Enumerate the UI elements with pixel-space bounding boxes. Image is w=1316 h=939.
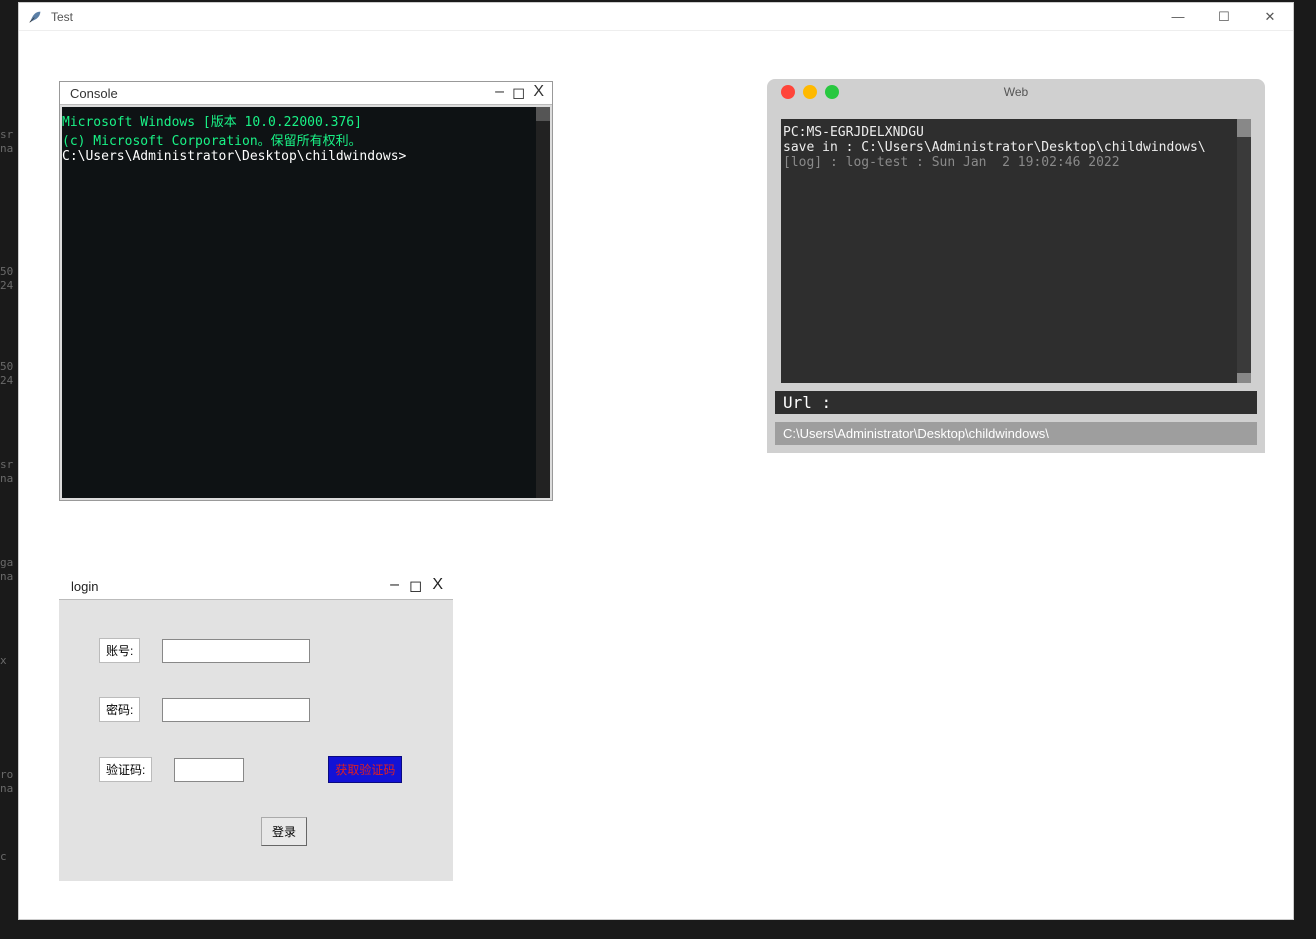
web-line-save: save in : C:\Users\Administrator\Desktop…: [783, 140, 1206, 155]
account-input[interactable]: [162, 639, 310, 663]
console-output[interactable]: Microsoft Windows [版本 10.0.22000.376] (c…: [62, 107, 550, 498]
login-close-button[interactable]: X: [432, 576, 443, 596]
web-line-log: [log] : log-test : Sun Jan 2 19:02:46 20…: [783, 155, 1120, 170]
captcha-label: 验证码:: [99, 757, 152, 782]
console-titlebar[interactable]: Console ‒ ◻ X: [60, 82, 552, 105]
captcha-input[interactable]: [174, 758, 244, 782]
console-line-copyright: (c) Microsoft Corporation。保留所有权利。: [62, 134, 362, 149]
bg-fragment: 50 24: [0, 360, 13, 388]
password-input[interactable]: [162, 698, 310, 722]
path-bar[interactable]: C:\Users\Administrator\Desktop\childwind…: [775, 422, 1257, 445]
console-line-version: Microsoft Windows [版本 10.0.22000.376]: [62, 115, 362, 130]
minimize-button[interactable]: —: [1155, 3, 1201, 31]
web-scrollbar[interactable]: [1237, 119, 1251, 383]
url-bar[interactable]: Url :: [775, 391, 1257, 414]
main-body: Console ‒ ◻ X Microsoft Windows [版本 10.0…: [19, 31, 1293, 919]
password-label: 密码:: [99, 697, 140, 722]
bg-fragment: ro na: [0, 768, 13, 796]
main-titlebar[interactable]: Test — ☐ ✕: [19, 3, 1293, 31]
login-body: 账号: 密码: 验证码: 获取验证码 登录: [59, 600, 453, 881]
account-label: 账号:: [99, 638, 140, 663]
login-window[interactable]: login ‒ ◻ X 账号: 密码: 验证码:: [59, 573, 453, 881]
console-prompt: C:\Users\Administrator\Desktop\childwind…: [62, 149, 406, 164]
maximize-button[interactable]: ☐: [1201, 3, 1247, 31]
login-titlebar[interactable]: login ‒ ◻ X: [59, 573, 453, 600]
url-label: Url :: [783, 393, 831, 412]
console-scrollbar[interactable]: [536, 107, 550, 498]
bg-fragment: sr na: [0, 458, 13, 486]
window-title: Test: [51, 10, 73, 24]
main-window: Test — ☐ ✕ Console ‒ ◻ X Microsoft Windo…: [18, 2, 1294, 920]
close-button[interactable]: ✕: [1247, 3, 1293, 31]
web-title: Web: [767, 85, 1265, 99]
console-close-button[interactable]: X: [533, 83, 544, 103]
bg-fragment: c: [0, 850, 13, 864]
console-title: Console: [70, 86, 118, 101]
console-maximize-button[interactable]: ◻: [512, 83, 525, 103]
web-line-pc: PC:MS-EGRJDELXNDGU: [783, 125, 924, 140]
login-maximize-button[interactable]: ◻: [409, 576, 422, 596]
bg-fragment: x: [0, 654, 13, 668]
login-minimize-button[interactable]: ‒: [390, 576, 399, 596]
web-titlebar[interactable]: Web: [767, 79, 1265, 105]
login-button[interactable]: 登录: [261, 817, 307, 846]
console-minimize-button[interactable]: ‒: [495, 83, 504, 103]
bg-fragment: 50 24: [0, 265, 13, 293]
feather-icon: [27, 9, 43, 25]
bg-fragment: sr na: [0, 128, 13, 156]
bg-fragment: ga na: [0, 556, 13, 584]
console-window[interactable]: Console ‒ ◻ X Microsoft Windows [版本 10.0…: [59, 81, 553, 501]
web-output[interactable]: PC:MS-EGRJDELXNDGU save in : C:\Users\Ad…: [781, 119, 1251, 383]
get-captcha-button[interactable]: 获取验证码: [328, 756, 402, 783]
login-title: login: [71, 579, 98, 594]
web-window[interactable]: Web PC:MS-EGRJDELXNDGU save in : C:\User…: [767, 79, 1265, 453]
